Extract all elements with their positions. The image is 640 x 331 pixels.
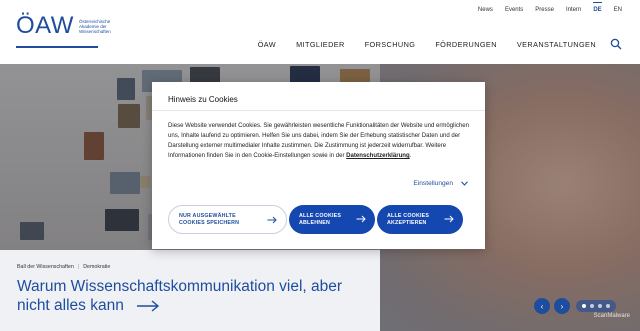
slider-dot[interactable] [606, 304, 610, 308]
hero-caption: Ball der Wissenschaften | Demokratie Warum… [0, 250, 380, 331]
lang-en[interactable]: EN [614, 7, 622, 13]
top-link-intern[interactable]: Intern [566, 7, 581, 13]
save-selected-cookies-button[interactable]: NUR AUSGEWÄHLTE COOKIES SPEICHERN [168, 205, 287, 234]
divider [152, 110, 485, 111]
slider-dot[interactable] [582, 304, 586, 308]
logo-mark: ÖAW [16, 12, 74, 39]
nav-veranstaltungen[interactable]: VERANSTALTUNGEN [517, 40, 596, 49]
utility-nav: News Events Presse Intern DE EN [466, 2, 622, 13]
reject-all-cookies-button[interactable]: ALLE COOKIES ABLEHNEN [289, 205, 375, 234]
logo-text: Österreichische Akademie der Wissenschaf… [79, 19, 125, 34]
hero-headline[interactable]: Warum Wissenschaftskommunikation viel, a… [17, 277, 357, 315]
button-label: NUR AUSGEWÄHLTE COOKIES SPEICHERN [179, 212, 240, 226]
top-link-news[interactable]: News [478, 7, 493, 13]
logo-underline [16, 46, 98, 48]
cookie-dialog: Hinweis zu Cookies Diese Website verwend… [152, 82, 485, 249]
breadcrumb-item[interactable]: Demokratie [83, 264, 110, 270]
lang-de[interactable]: DE [593, 2, 602, 13]
chevron-right-icon[interactable]: › [554, 298, 570, 314]
watermark: ScanMalware [593, 313, 630, 319]
button-label: ALLE COOKIES AKZEPTIEREN [387, 212, 430, 226]
search-icon[interactable] [610, 38, 622, 50]
cookie-body-end: . [409, 153, 412, 159]
cookie-body-text: Diese Website verwendet Cookies. Sie gew… [168, 123, 469, 159]
nav-forschung[interactable]: FORSCHUNG [365, 40, 416, 49]
button-label: ALLE COOKIES ABLEHNEN [299, 212, 342, 226]
hero-headline-text: Warum Wissenschaftskommunikation viel, a… [17, 278, 343, 314]
accept-all-cookies-button[interactable]: ALLE COOKIES AKZEPTIEREN [377, 205, 463, 234]
cookie-dialog-title: Hinweis zu Cookies [168, 95, 238, 104]
slider-controls: ‹ › [530, 298, 616, 314]
logo-line: Wissenschaften [78, 29, 111, 34]
nav-oeaw[interactable]: ÖAW [258, 40, 276, 49]
top-link-presse[interactable]: Presse [535, 7, 554, 13]
breadcrumb-separator: | [77, 264, 80, 270]
chevron-left-icon[interactable]: ‹ [534, 298, 550, 314]
arrow-right-icon [356, 215, 366, 223]
cookie-settings-toggle[interactable]: Einstellungen [413, 180, 468, 187]
slider-dots [576, 300, 616, 312]
privacy-policy-link[interactable]: Datenschutzerklärung [346, 153, 410, 159]
arrow-right-icon [444, 215, 454, 223]
arrow-right-icon [137, 300, 160, 312]
breadcrumb-item[interactable]: Ball der Wissenschaften [17, 264, 74, 270]
nav-foerderungen[interactable]: FÖRDERUNGEN [435, 40, 497, 49]
main-nav: ÖAW MITGLIEDER FORSCHUNG FÖRDERUNGEN VER… [238, 38, 622, 50]
arrow-right-icon [267, 216, 277, 224]
cookie-dialog-body: Diese Website verwendet Cookies. Sie gew… [168, 121, 470, 161]
nav-mitglieder[interactable]: MITGLIEDER [296, 40, 345, 49]
chevron-down-icon [461, 181, 468, 186]
breadcrumb: Ball der Wissenschaften | Demokratie [17, 264, 110, 270]
top-link-events[interactable]: Events [505, 7, 523, 13]
site-header: ÖAW Österreichische Akademie der Wissens… [0, 0, 640, 64]
cookie-settings-label: Einstellungen [413, 180, 453, 187]
slider-dot[interactable] [590, 304, 594, 308]
oeaw-logo[interactable]: ÖAW Österreichische Akademie der Wissens… [16, 12, 125, 48]
slider-dot[interactable] [598, 304, 602, 308]
